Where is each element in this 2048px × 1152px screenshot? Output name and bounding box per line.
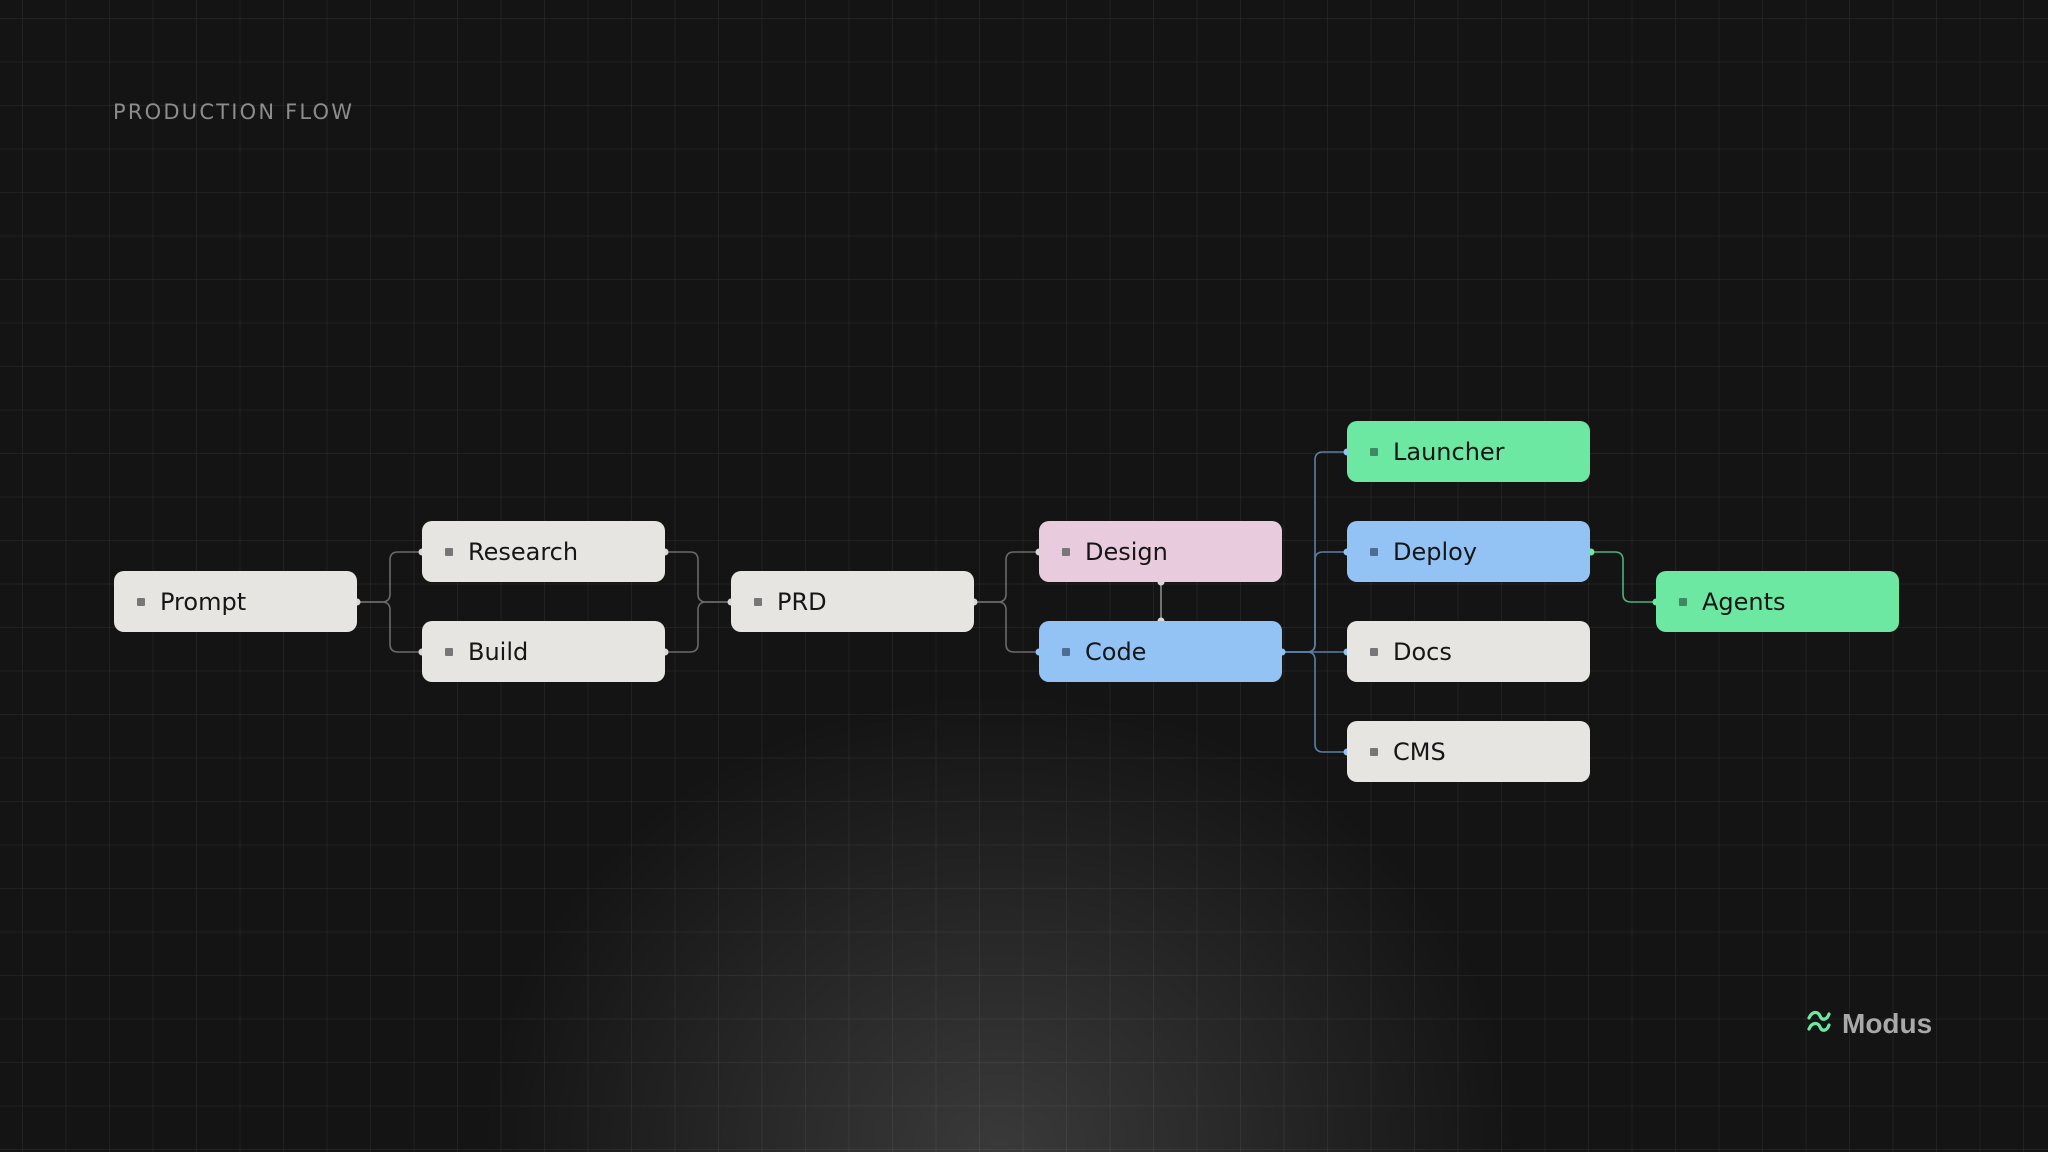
edge-code-launcher <box>1282 451 1347 653</box>
node-bullet-icon <box>1062 547 1070 556</box>
node-bullet-icon <box>1370 647 1378 656</box>
node-cms[interactable]: CMS <box>1347 721 1590 782</box>
node-bullet-icon <box>1370 747 1378 756</box>
edge-build-prd <box>665 601 731 653</box>
edge-code-cms <box>1282 651 1347 753</box>
node-label: Research <box>468 537 579 566</box>
node-bullet-icon <box>445 647 453 656</box>
node-label: Deploy <box>1393 537 1478 566</box>
node-bullet-icon <box>1062 647 1070 656</box>
node-docs[interactable]: Docs <box>1347 621 1590 682</box>
modus-logo-icon <box>1806 1007 1832 1040</box>
diagram-title: PRODUCTION FLOW <box>113 100 355 124</box>
edge-deploy-agents <box>1591 551 1656 603</box>
edge-code-deploy <box>1282 551 1347 653</box>
node-label: Build <box>468 637 529 666</box>
node-label: Launcher <box>1393 437 1505 466</box>
node-code[interactable]: Code <box>1039 621 1282 682</box>
node-prompt[interactable]: Prompt <box>114 571 357 632</box>
node-label: Prompt <box>160 587 247 616</box>
node-build[interactable]: Build <box>422 621 665 682</box>
node-bullet-icon <box>754 597 762 606</box>
node-research[interactable]: Research <box>422 521 665 582</box>
node-label: Docs <box>1393 637 1452 666</box>
edge-research-prd <box>665 551 731 603</box>
node-label: Agents <box>1702 587 1786 616</box>
brand-name: Modus <box>1842 1007 1933 1039</box>
node-bullet-icon <box>445 547 453 556</box>
edge-prompt-build <box>357 601 422 653</box>
node-label: Code <box>1085 637 1147 666</box>
edge-prompt-research <box>357 551 422 603</box>
node-bullet-icon <box>1370 547 1378 556</box>
edge-prd-design <box>974 551 1039 603</box>
edge-prd-code <box>974 601 1039 653</box>
node-label: PRD <box>777 587 827 616</box>
node-bullet-icon <box>1370 447 1378 456</box>
brand-logo: Modus <box>1806 1007 1932 1040</box>
node-launcher[interactable]: Launcher <box>1347 421 1590 482</box>
node-design[interactable]: Design <box>1039 521 1282 582</box>
node-label: Design <box>1085 537 1168 566</box>
node-bullet-icon <box>137 597 145 606</box>
node-deploy[interactable]: Deploy <box>1347 521 1590 582</box>
node-label: CMS <box>1393 737 1446 766</box>
node-bullet-icon <box>1679 597 1687 606</box>
node-agents[interactable]: Agents <box>1656 571 1899 632</box>
node-prd[interactable]: PRD <box>731 571 974 632</box>
